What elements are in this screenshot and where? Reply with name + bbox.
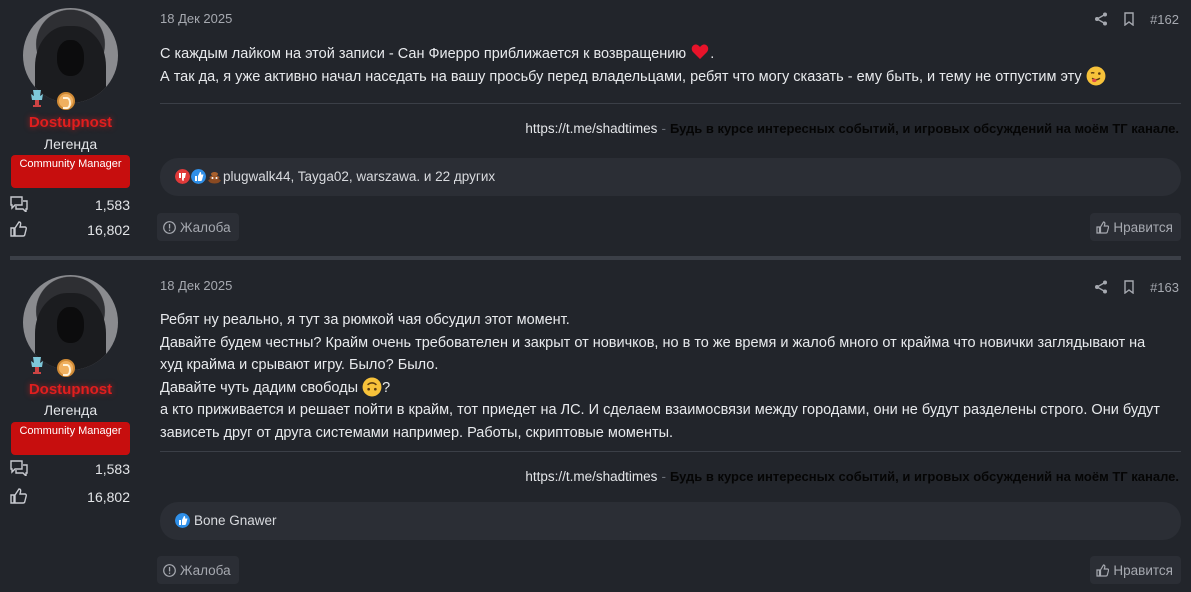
messages-stat: 1,583 <box>10 460 130 478</box>
signature-divider <box>160 451 1181 452</box>
post-number[interactable]: #163 <box>1150 280 1179 295</box>
post-line: худ крайма и срывают игру. Было? Было. <box>160 357 439 373</box>
user-title: Легенда <box>43 402 98 418</box>
post-line: А так да, я уже активно начал наседать н… <box>160 68 1082 85</box>
bookmark-icon[interactable] <box>1122 12 1136 26</box>
heart-emoji <box>691 44 709 59</box>
role-badge: Community Manager <box>11 422 130 455</box>
post-date[interactable]: 18 Дек 2025 <box>160 11 232 26</box>
post-line: Давайте будем честны? Крайм очень требов… <box>160 334 1146 351</box>
reactions-bar[interactable]: plugwalk44, Tayga02, warszawa. и 22 друг… <box>160 158 1181 196</box>
post-162: Dostupnost Легенда Community Manager 1,5… <box>0 0 1191 256</box>
thumbs-up-icon <box>1096 220 1110 234</box>
messages-icon <box>10 196 28 212</box>
reactions-users[interactable]: Bone Gnawer <box>194 513 277 528</box>
signature-text: Будь в курсе интересных событий, и игров… <box>669 469 1179 484</box>
share-icon[interactable] <box>1094 280 1108 294</box>
post-line: С каждым лайком на этой записи - Сан Фие… <box>160 46 687 62</box>
role-badge: Community Manager <box>11 155 130 188</box>
post-line: зависеть друг от друга системами наприме… <box>160 424 674 441</box>
coin-badge-icon[interactable] <box>57 359 75 377</box>
post-tools: #162 <box>1094 11 1179 27</box>
trophy-badge-icon[interactable] <box>30 356 44 374</box>
report-button[interactable]: Жалоба <box>157 556 239 584</box>
username[interactable]: Dostupnost <box>0 381 141 398</box>
signature: https://t.me/shadtimes - Будь в курсе инте… <box>525 121 1179 136</box>
signature-text: Будь в курсе интересных событий, и игров… <box>669 121 1179 136</box>
upside-down-emoji <box>362 377 382 396</box>
reactions-stat: 16,802 <box>10 488 130 506</box>
post-line: Ребят ну реально, я тут за рюмкой чая об… <box>160 312 570 328</box>
post-number[interactable]: #162 <box>1150 12 1179 27</box>
report-icon <box>163 220 176 234</box>
post-body: С каждым лайком на этой записи - Сан Фие… <box>160 43 1177 88</box>
messages-stat: 1,583 <box>10 196 130 214</box>
share-icon[interactable] <box>1094 12 1108 26</box>
like-button[interactable]: Нравится <box>1090 213 1181 241</box>
thumbs-up-icon <box>1096 563 1110 577</box>
post-163: Dostupnost Легенда Community Manager 1,5… <box>0 260 1191 592</box>
poop-reaction-icon <box>208 172 221 184</box>
post-date[interactable]: 18 Дек 2025 <box>160 278 232 293</box>
user-title: Легенда <box>43 136 98 152</box>
like-reaction-icon <box>191 169 206 184</box>
reactions-users[interactable]: plugwalk44, Tayga02, warszawa. и 22 друг… <box>223 169 495 184</box>
messages-count: 1,583 <box>94 461 130 477</box>
signature-link[interactable]: https://t.me/shadtimes <box>525 469 657 484</box>
messages-count: 1,583 <box>94 197 130 213</box>
thumbs-up-icon <box>10 488 27 504</box>
signature: https://t.me/shadtimes - Будь в курсе инте… <box>525 469 1179 484</box>
coin-badge-icon[interactable] <box>57 92 75 110</box>
messages-icon <box>10 460 28 476</box>
like-button[interactable]: Нравится <box>1090 556 1181 584</box>
report-icon <box>163 563 176 577</box>
trophy-badge-icon[interactable] <box>30 89 44 107</box>
username[interactable]: Dostupnost <box>0 114 141 131</box>
bookmark-icon[interactable] <box>1122 280 1136 294</box>
reactions-count: 16,802 <box>87 489 130 505</box>
signature-divider <box>160 103 1181 104</box>
post-tools: #163 <box>1094 279 1179 295</box>
thumbs-up-icon <box>10 221 27 237</box>
dislike-reaction-icon <box>175 169 190 184</box>
reactions-count: 16,802 <box>87 222 130 238</box>
post-line: а кто приживается и решает пойти в крайм… <box>160 402 1160 418</box>
report-button[interactable]: Жалоба <box>157 213 239 241</box>
signature-link[interactable]: https://t.me/shadtimes <box>525 121 657 136</box>
reactions-bar[interactable]: Bone Gnawer <box>160 502 1181 540</box>
wink-emoji <box>1086 66 1106 85</box>
like-reaction-icon <box>175 513 190 528</box>
reactions-stat: 16,802 <box>10 221 130 239</box>
post-line: Давайте чуть дадим свободы <box>160 379 359 396</box>
post-body: Ребят ну реально, я тут за рюмкой чая об… <box>160 309 1177 444</box>
